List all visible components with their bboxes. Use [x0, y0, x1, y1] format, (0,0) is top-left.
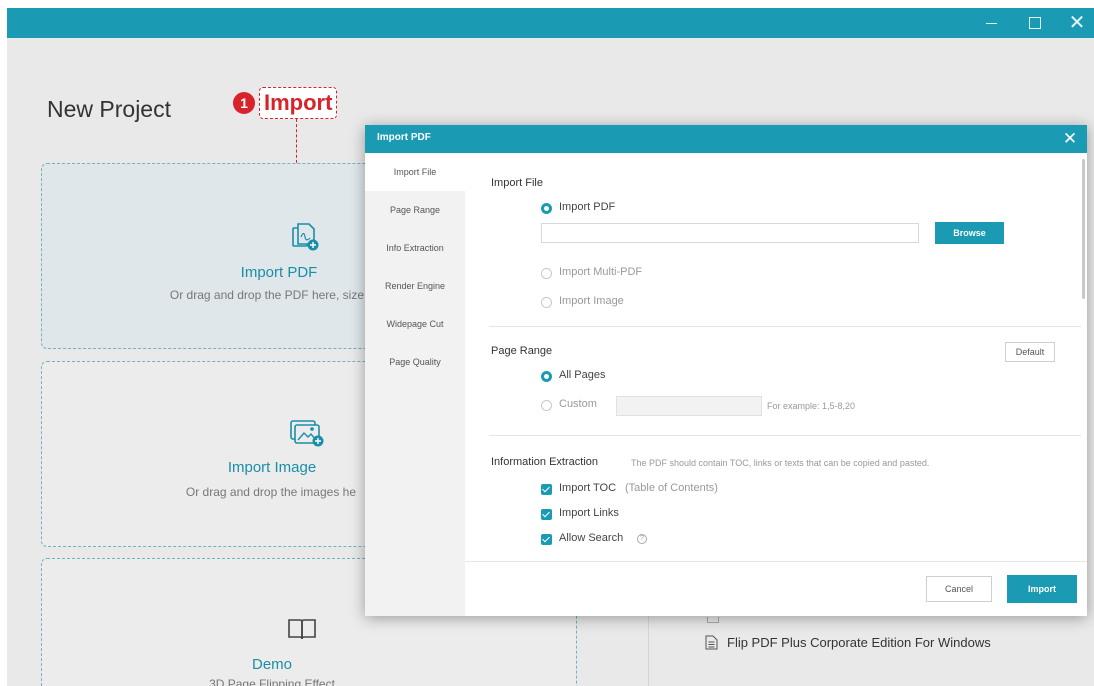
- nav-page-quality[interactable]: Page Quality: [365, 343, 465, 381]
- panel-divider: [648, 612, 649, 686]
- dialog-content: Import File Import PDF Browse Import Mul…: [465, 153, 1087, 561]
- radio-import-multi-pdf[interactable]: [541, 268, 552, 279]
- import-image-subtitle: Or drag and drop the images he: [185, 485, 356, 499]
- allow-search-checkbox[interactable]: [541, 534, 552, 545]
- demo-subtitle: 3D Page Flipping Effect: [209, 677, 335, 686]
- pdf-stack-icon: [290, 220, 320, 257]
- import-toc-hint: (Table of Contents): [625, 482, 718, 494]
- radio-import-image[interactable]: [541, 297, 552, 308]
- import-toc-label: Import TOC: [559, 482, 617, 494]
- dialog-sidebar: Import File Page Range Info Extraction R…: [365, 153, 465, 616]
- callout-label: Import: [259, 87, 338, 119]
- radio-all-pages[interactable]: [541, 371, 552, 382]
- minimize-button[interactable]: [977, 8, 1007, 38]
- cancel-button[interactable]: Cancel: [926, 576, 992, 602]
- import-multi-pdf-label: Import Multi-PDF: [559, 266, 643, 278]
- close-window-button[interactable]: ✕: [1062, 8, 1092, 38]
- dialog-footer: Cancel Import: [465, 561, 1087, 616]
- dialog-close-button[interactable]: ✕: [1059, 128, 1081, 150]
- import-toc-checkbox[interactable]: [541, 484, 552, 495]
- import-button[interactable]: Import: [1007, 575, 1077, 603]
- nav-widepage-cut[interactable]: Widepage Cut: [365, 305, 465, 343]
- import-pdf-option-label: Import PDF: [559, 201, 616, 213]
- import-links-checkbox[interactable]: [541, 509, 552, 520]
- demo-title: Demo: [251, 656, 292, 673]
- nav-page-range[interactable]: Page Range: [365, 191, 465, 229]
- page-range-heading: Page Range: [491, 345, 553, 357]
- import-file-heading: Import File: [491, 177, 543, 189]
- all-pages-label: All Pages: [559, 369, 606, 381]
- title-bar: ✕: [7, 8, 1094, 38]
- section-divider: [489, 435, 1081, 436]
- radio-import-pdf[interactable]: [541, 203, 552, 214]
- scrollbar[interactable]: [1082, 159, 1085, 299]
- import-image-option-label: Import Image: [559, 295, 624, 307]
- dialog-title: Import PDF: [377, 132, 431, 143]
- document-icon: [705, 635, 718, 653]
- section-divider: [489, 326, 1081, 327]
- import-pdf-dialog: Import PDF ✕ Import File Page Range Info…: [365, 125, 1087, 616]
- maximize-button[interactable]: [1019, 8, 1049, 38]
- default-button[interactable]: Default: [1005, 342, 1055, 362]
- nav-import-file[interactable]: Import File: [365, 153, 465, 191]
- help-icon[interactable]: ?: [637, 534, 647, 544]
- custom-label: Custom: [559, 398, 597, 410]
- nav-render-engine[interactable]: Render Engine: [365, 267, 465, 305]
- book-icon: [287, 617, 317, 646]
- allow-search-label: Allow Search: [559, 532, 624, 544]
- image-stack-icon: [289, 418, 325, 453]
- page-title: New Project: [47, 96, 171, 122]
- import-links-label: Import Links: [559, 507, 619, 519]
- callout-number-badge: 1: [233, 92, 255, 114]
- nav-info-extraction[interactable]: Info Extraction: [365, 229, 465, 267]
- custom-range-example: For example: 1,5-8,20: [767, 401, 856, 411]
- import-pdf-subtitle: Or drag and drop the PDF here, size: [169, 288, 364, 302]
- radio-custom[interactable]: [541, 400, 552, 411]
- custom-range-field[interactable]: [616, 396, 762, 416]
- dialog-header: Import PDF ✕: [365, 125, 1087, 153]
- recent-project-label: Flip PDF Plus Corporate Edition For Wind…: [727, 635, 991, 650]
- browse-button[interactable]: Browse: [935, 222, 1004, 244]
- info-extraction-hint: The PDF should contain TOC, links or tex…: [631, 458, 930, 468]
- info-extraction-heading: Information Extraction: [491, 456, 598, 468]
- pdf-path-field[interactable]: [541, 223, 919, 243]
- partial-list-icon: [707, 617, 719, 623]
